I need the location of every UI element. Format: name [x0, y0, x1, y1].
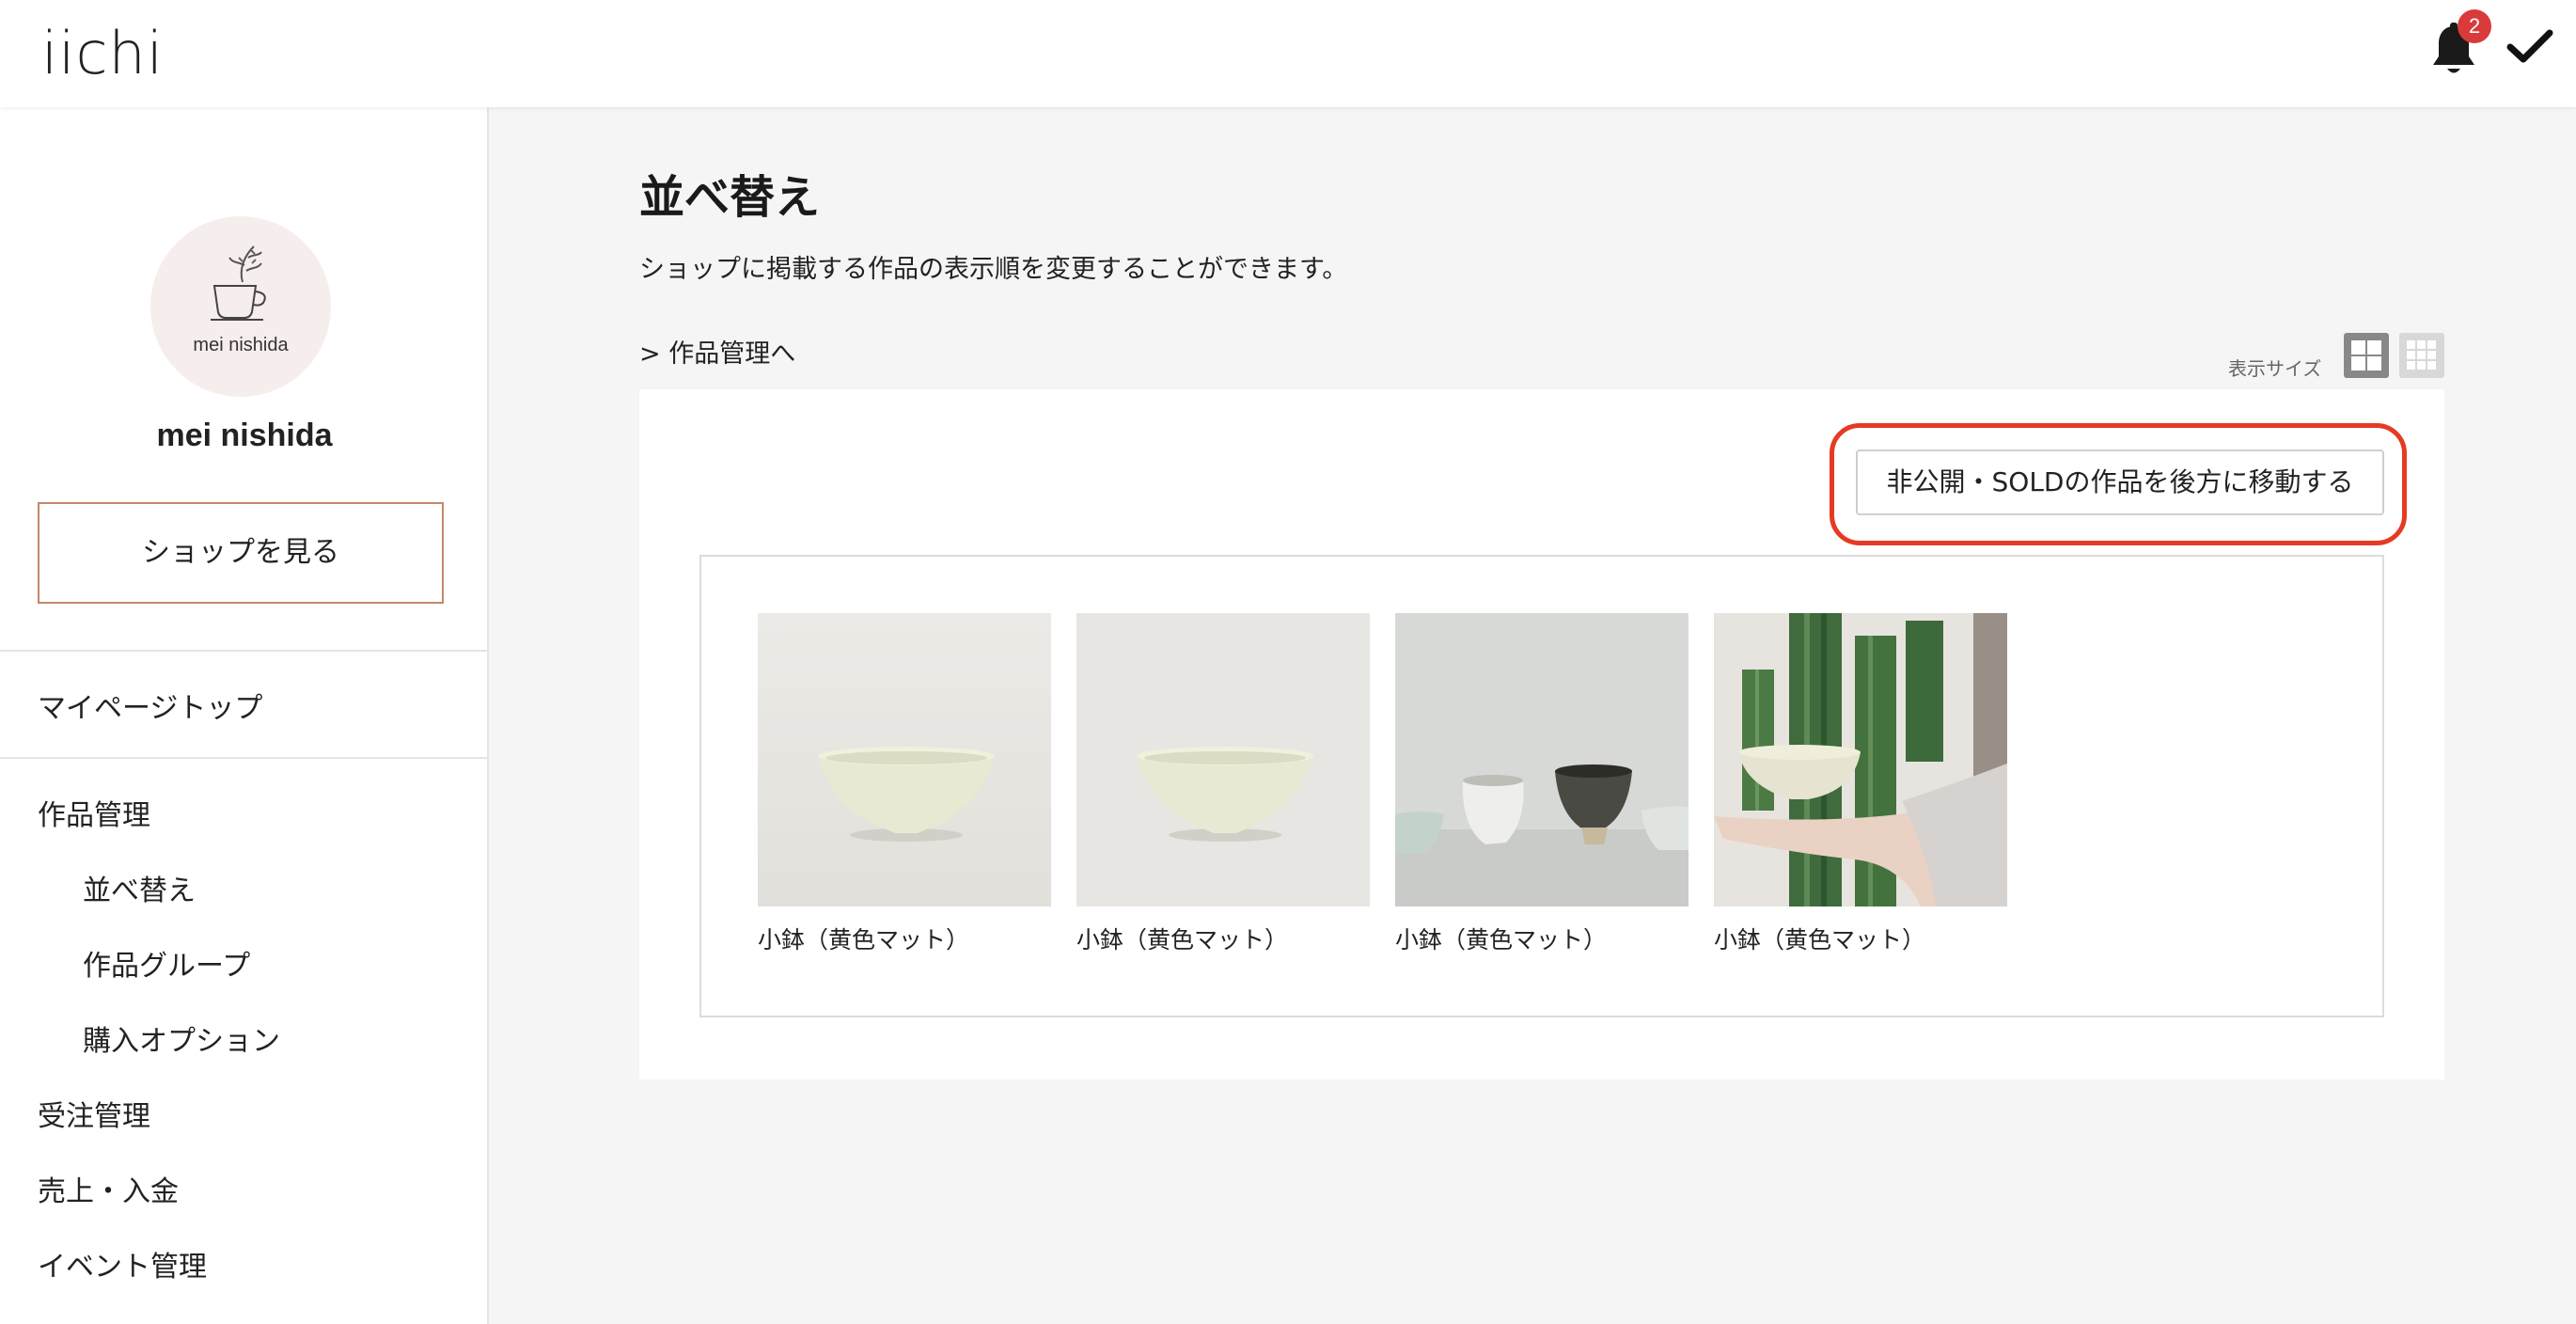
product-card[interactable]: 小鉢（黄色マット）	[1076, 613, 1370, 955]
product-thumbnail	[758, 613, 1051, 906]
sidebar-item-sales-deposits[interactable]: 売上・入金	[38, 1168, 179, 1209]
sidebar-item-product-management[interactable]: 作品管理	[38, 792, 150, 833]
page-title: 並べ替え	[639, 171, 821, 224]
sort-panel: 非公開・SOLDの作品を後方に移動する 小鉢（黄色マット） 小鉢（黄色マット） …	[639, 389, 2444, 1080]
shop-avatar: mei nishida	[150, 216, 331, 397]
product-grid: 小鉢（黄色マット） 小鉢（黄色マット） 小鉢（黄色マット） 小鉢（黄色マット）	[699, 555, 2384, 1017]
sidebar: mei nishida mei nishida ショップを見る マイページトップ…	[0, 107, 489, 1324]
sidebar-item-purchase-options[interactable]: 購入オプション	[83, 1017, 280, 1059]
sidebar-divider	[0, 650, 489, 652]
product-title: 小鉢（黄色マット）	[758, 926, 970, 954]
sidebar-item-mypage-top[interactable]: マイページトップ	[38, 685, 262, 726]
sidebar-item-event-management[interactable]: イベント管理	[38, 1243, 207, 1285]
top-header: iichi 2	[0, 0, 2576, 107]
page-description: ショップに掲載する作品の表示順を変更することができます。	[639, 255, 1348, 284]
view-shop-button[interactable]: ショップを見る	[38, 502, 444, 604]
large-grid-icon[interactable]	[2344, 333, 2389, 378]
product-title: 小鉢（黄色マット）	[1076, 926, 1289, 954]
product-card[interactable]: 小鉢（黄色マット）	[1395, 613, 1689, 955]
display-size-label: 表示サイズ	[2228, 357, 2322, 380]
product-card[interactable]: 小鉢（黄色マット）	[758, 613, 1051, 955]
sidebar-item-order-management[interactable]: 受注管理	[38, 1093, 150, 1134]
shop-name: mei nishida	[156, 418, 333, 453]
small-grid-icon[interactable]	[2399, 333, 2444, 378]
checkmark-icon[interactable]	[2506, 28, 2553, 66]
notification-count-badge: 2	[2458, 9, 2491, 43]
product-thumbnail	[1076, 613, 1370, 906]
product-card[interactable]: 小鉢（黄色マット）	[1714, 613, 2007, 955]
move-unpublished-sold-to-back-button[interactable]: 非公開・SOLDの作品を後方に移動する	[1856, 449, 2384, 515]
sidebar-item-sort[interactable]: 並べ替え	[83, 867, 196, 908]
product-management-link[interactable]: > 作品管理へ	[639, 333, 795, 370]
iichi-logo[interactable]: iichi	[41, 19, 164, 87]
sidebar-item-product-groups[interactable]: 作品グループ	[83, 942, 250, 984]
product-title: 小鉢（黄色マット）	[1714, 926, 1926, 954]
product-thumbnail	[1395, 613, 1689, 906]
product-title: 小鉢（黄色マット）	[1395, 926, 1608, 954]
teacup-illustration-icon	[211, 245, 266, 321]
avatar-caption: mei nishida	[193, 335, 289, 355]
sidebar-divider	[0, 757, 489, 759]
product-thumbnail	[1714, 613, 2007, 906]
